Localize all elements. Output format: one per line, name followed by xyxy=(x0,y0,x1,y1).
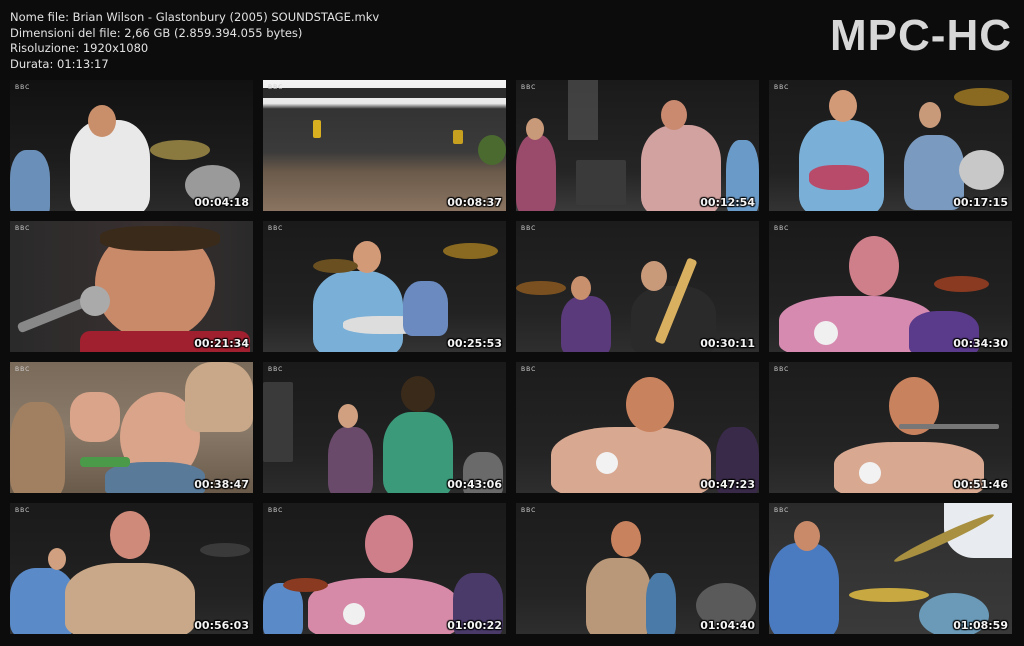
thumbnail[interactable]: BBC 00:04:18 xyxy=(10,80,253,211)
thumbnail[interactable]: BBC 00:51:46 xyxy=(769,362,1012,493)
timestamp: 00:51:46 xyxy=(953,478,1008,491)
thumbnail-grid: BBC 00:04:18 BBC 00:08:37 BBC 00:12:54 B… xyxy=(10,80,1014,634)
file-info: Nome file: Brian Wilson - Glastonbury (2… xyxy=(10,10,379,72)
timestamp: 00:47:23 xyxy=(700,478,755,491)
timestamp: 00:30:11 xyxy=(700,337,755,350)
thumbnail[interactable]: BBC 00:08:37 xyxy=(263,80,506,211)
resolution: Risoluzione: 1920x1080 xyxy=(10,41,149,55)
timestamp: 01:04:40 xyxy=(700,619,755,632)
timestamp: 01:08:59 xyxy=(953,619,1008,632)
mpc-hc-logo: MPC-HC xyxy=(830,11,1012,60)
thumbnail[interactable]: BBC 00:47:23 xyxy=(516,362,759,493)
thumbnail[interactable]: BBC 00:21:34 xyxy=(10,221,253,352)
thumbnail[interactable]: BBC 00:56:03 xyxy=(10,503,253,634)
timestamp: 00:43:06 xyxy=(447,478,502,491)
timestamp: 00:25:53 xyxy=(447,337,502,350)
file-name: Nome file: Brian Wilson - Glastonbury (2… xyxy=(10,10,380,24)
thumbnail[interactable]: BBC 01:08:59 xyxy=(769,503,1012,634)
timestamp: 00:04:18 xyxy=(194,196,249,209)
thumbnail-image xyxy=(263,80,506,211)
timestamp: 00:17:15 xyxy=(953,196,1008,209)
timestamp: 00:56:03 xyxy=(194,619,249,632)
duration: Durata: 01:13:17 xyxy=(10,56,109,71)
timestamp: 00:12:54 xyxy=(700,196,755,209)
timestamp: 01:00:22 xyxy=(447,619,502,632)
timestamp: 00:21:34 xyxy=(194,337,249,350)
thumbnail[interactable]: BBC 00:25:53 xyxy=(263,221,506,352)
thumbnail[interactable]: BBC 00:38:47 xyxy=(10,362,253,493)
thumbnail[interactable]: BBC 00:30:11 xyxy=(516,221,759,352)
file-size: Dimensioni del file: 2,66 GB (2.859.394.… xyxy=(10,25,303,40)
thumbnail[interactable]: BBC 00:43:06 xyxy=(263,362,506,493)
timestamp: 00:38:47 xyxy=(194,478,249,491)
thumbnail[interactable]: BBC 01:00:22 xyxy=(263,503,506,634)
timestamp: 00:34:30 xyxy=(953,337,1008,350)
thumbnail[interactable]: BBC 00:12:54 xyxy=(516,80,759,211)
thumbnail[interactable]: BBC 00:34:30 xyxy=(769,221,1012,352)
thumbnail[interactable]: BBC 01:04:40 xyxy=(516,503,759,634)
timestamp: 00:08:37 xyxy=(447,196,502,209)
thumbnail[interactable]: BBC 00:17:15 xyxy=(769,80,1012,211)
